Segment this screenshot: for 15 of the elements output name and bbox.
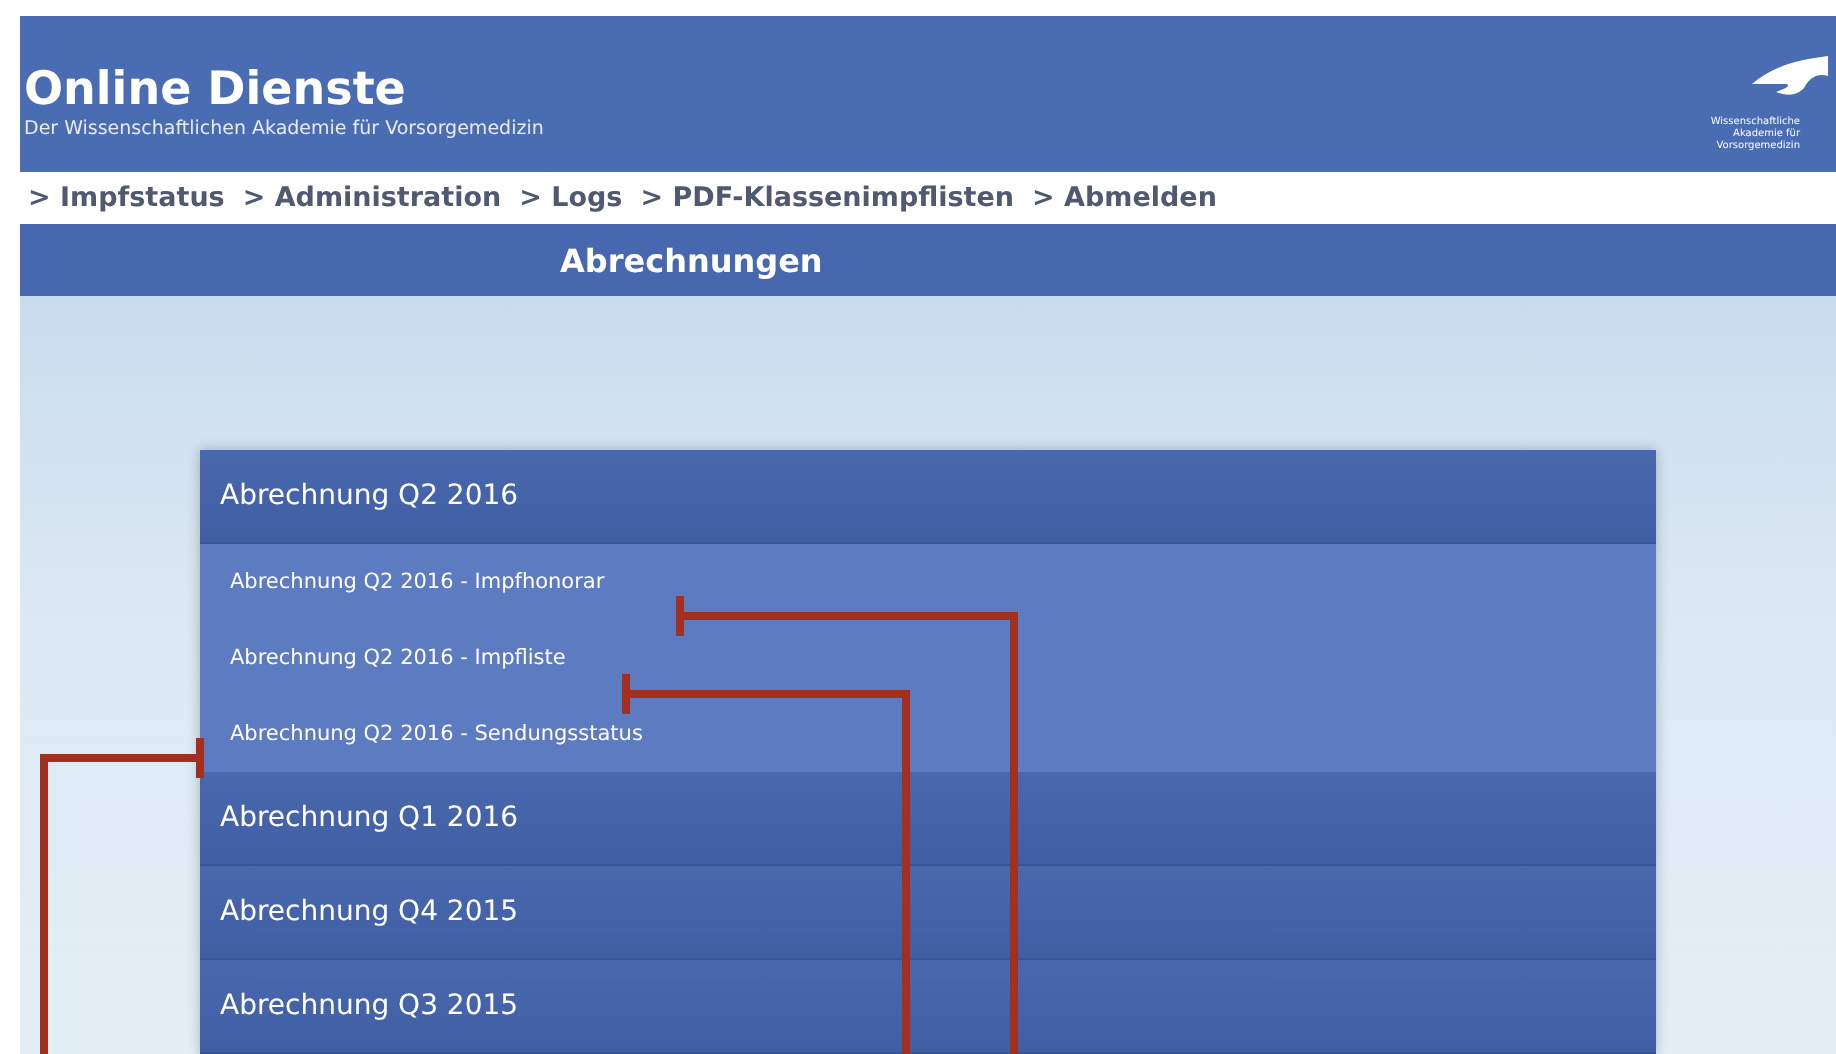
nav-link[interactable]: > Abmelden [1032,181,1217,214]
nav-link[interactable]: > Administration [242,181,502,214]
accordion-header[interactable]: Abrechnung Q1 2016 [200,772,1656,866]
site-subtitle: Der Wissenschaftlichen Akademie für Vorsorgemedizin [24,118,544,140]
accordion-item[interactable]: Abrechnung Q2 2016 - Impfliste [200,620,1656,696]
site-title: Online Dienste [24,64,408,118]
accordion-header[interactable]: Abrechnung Q2 2016 [200,450,1656,544]
accordion-item[interactable]: Abrechnung Q2 2016 - Impfhonorar [200,544,1656,620]
nav-link[interactable]: > Logs [519,181,623,214]
nav-link[interactable]: > PDF-Klassenimpflisten [640,181,1015,214]
accordion-header[interactable]: Abrechnung Q4 2015 [200,866,1656,960]
accordion-item[interactable]: Abrechnung Q2 2016 - Sendungsstatus [200,696,1656,772]
page-title: Abrechnungen [560,241,823,280]
nav-link[interactable]: > Impfstatus [28,181,225,214]
accordion-header[interactable]: Abrechnung Q3 2015 [200,960,1656,1054]
